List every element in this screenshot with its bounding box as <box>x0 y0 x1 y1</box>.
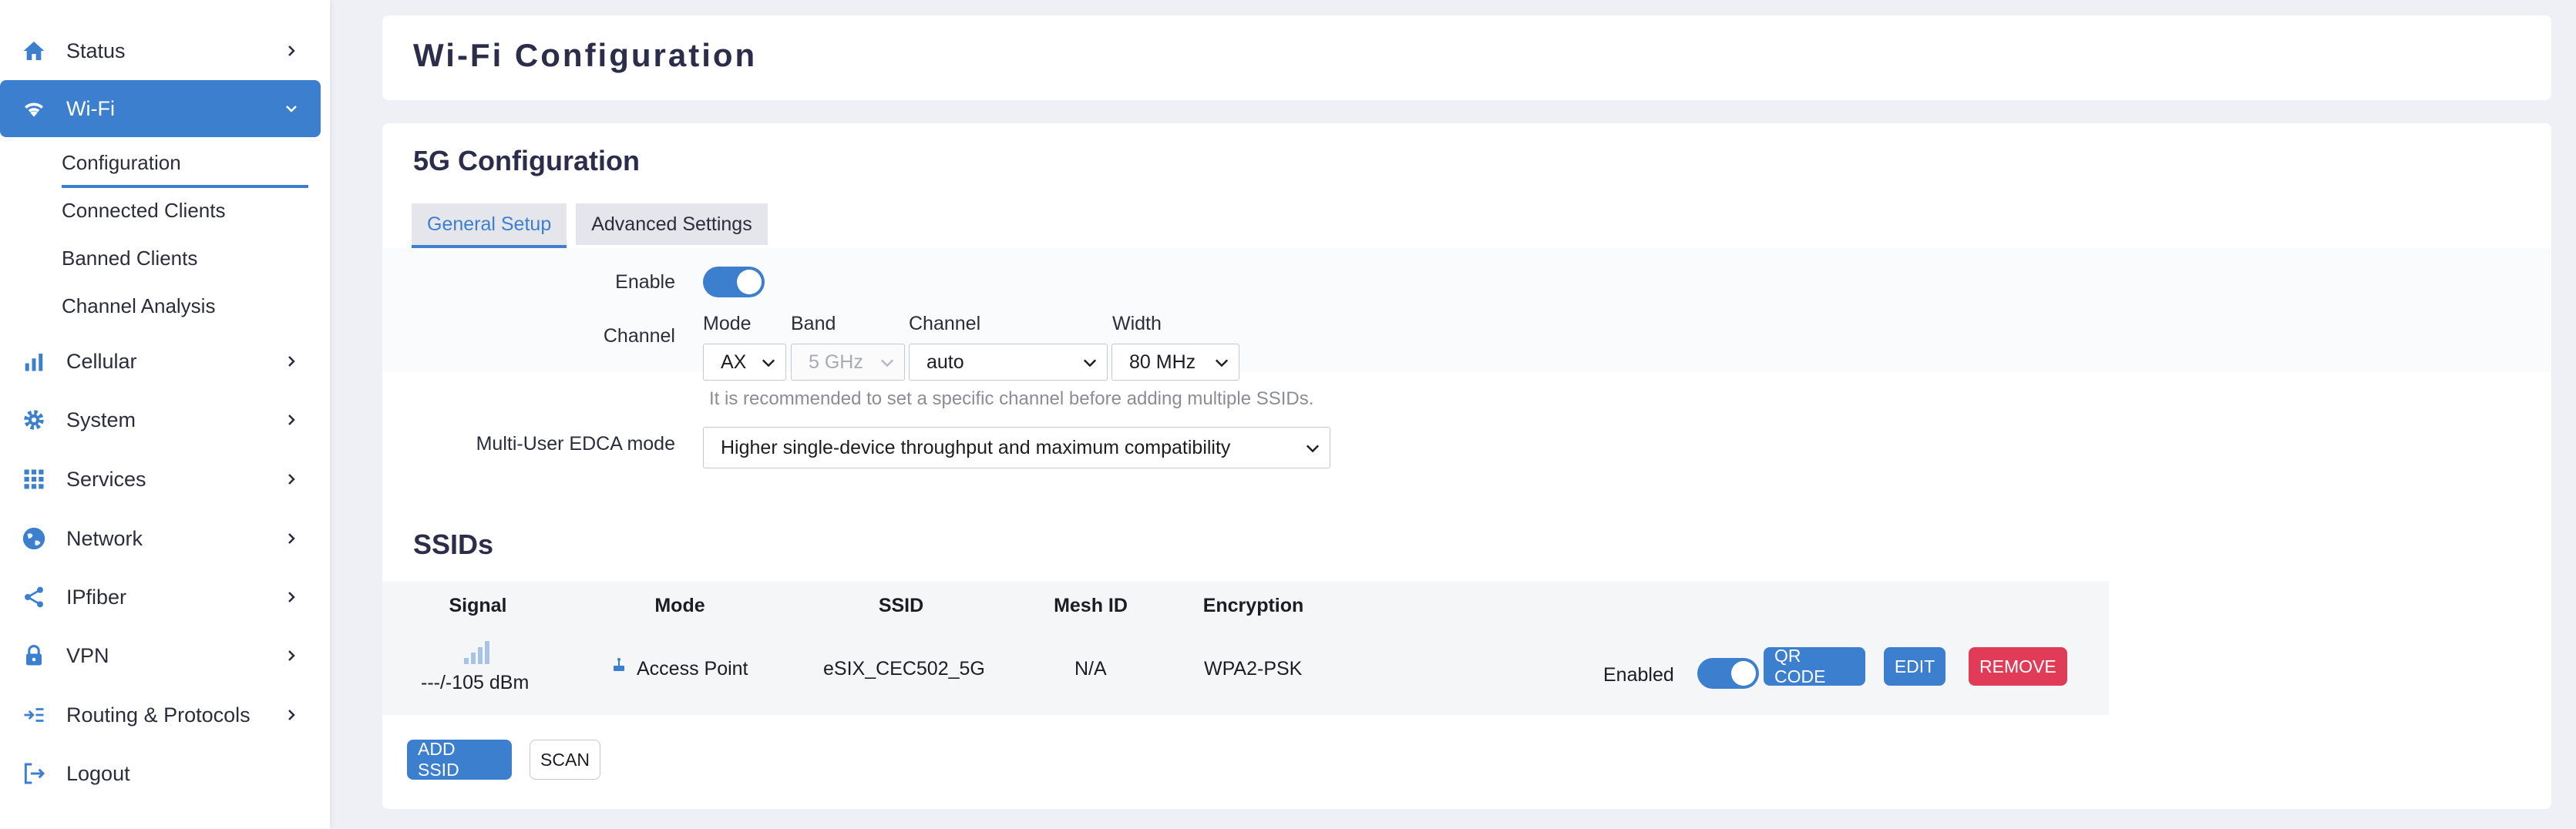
chevron-right-icon <box>282 411 301 429</box>
sidebar-item-label: Cellular <box>66 349 137 373</box>
page-title: Wi-Fi Configuration <box>413 37 758 73</box>
encryption-value: WPA2-PSK <box>1204 658 1303 680</box>
mode-value: Access Point <box>637 658 748 680</box>
sidebar-item-ipfiber[interactable]: IPfiber <box>0 569 321 626</box>
sidebar-item-label: VPN <box>66 643 109 667</box>
add-ssid-button[interactable]: ADD SSID <box>407 739 512 780</box>
band-select: 5 GHz <box>791 344 905 381</box>
tab-advanced-settings[interactable]: Advanced Settings <box>576 203 768 245</box>
config-panel: 5G Configuration General Setup Advanced … <box>382 123 2551 809</box>
access-point-icon <box>610 656 627 677</box>
chevron-right-icon <box>282 588 301 606</box>
enable-label: Enable <box>615 271 675 293</box>
sidebar-subitem-connected-clients[interactable]: Connected Clients <box>62 199 225 223</box>
chevron-down-icon <box>282 99 301 118</box>
sidebar-item-status[interactable]: Status <box>0 22 321 79</box>
chevron-down-icon <box>1303 439 1322 458</box>
channel-label: Channel <box>603 325 675 347</box>
edit-button[interactable]: EDIT <box>1884 647 1945 686</box>
chevron-right-icon <box>282 706 301 724</box>
sidebar-item-label: Logout <box>66 761 130 785</box>
width-select-value: 80 MHz <box>1129 351 1196 373</box>
section-title-ssids: SSIDs <box>413 529 494 560</box>
channel-select-value: auto <box>926 351 964 373</box>
sidebar: Status Wi-Fi Configuration Connected Cli… <box>0 0 330 829</box>
column-header-ssid: SSID <box>878 595 924 616</box>
sidebar-item-routing[interactable]: Routing & Protocols <box>0 686 321 743</box>
tab-general-setup[interactable]: General Setup <box>412 203 567 248</box>
ssid-value: eSIX_CEC502_5G <box>823 658 985 680</box>
channel-select[interactable]: auto <box>909 344 1108 381</box>
mesh-id-value: N/A <box>1074 658 1107 680</box>
column-header-mode: Mode <box>654 595 705 616</box>
chevron-right-icon <box>282 646 301 665</box>
globe-icon <box>20 525 48 552</box>
section-title-5g: 5G Configuration <box>413 145 640 176</box>
chevron-down-icon <box>759 354 778 372</box>
mode-select-value: AX <box>721 351 747 373</box>
chevron-right-icon <box>282 352 301 371</box>
sidebar-item-system[interactable]: System <box>0 391 321 448</box>
edca-select[interactable]: Higher single-device throughput and maxi… <box>703 427 1330 468</box>
sidebar-item-wifi[interactable]: Wi-Fi <box>0 80 321 137</box>
chevron-down-icon <box>1081 354 1099 372</box>
ssid-status-label: Enabled <box>1603 664 1674 686</box>
chevron-right-icon <box>282 470 301 488</box>
edca-select-value: Higher single-device throughput and maxi… <box>721 436 1231 458</box>
sidebar-subitem-configuration[interactable]: Configuration <box>62 151 308 188</box>
scan-button[interactable]: SCAN <box>530 740 600 780</box>
signal-value: ---/-105 dBm <box>421 672 530 693</box>
share-icon <box>20 583 48 611</box>
sidebar-item-label: Network <box>66 526 143 550</box>
sidebar-item-logout[interactable]: Logout <box>0 745 321 802</box>
qr-code-button[interactable]: QR CODE <box>1764 646 1865 686</box>
remove-button[interactable]: REMOVE <box>1969 647 2067 686</box>
logout-icon <box>20 760 48 787</box>
signal-bars-icon <box>20 347 48 375</box>
sidebar-item-label: IPfiber <box>66 585 127 609</box>
chevron-down-icon <box>1212 354 1231 372</box>
band-select-value: 5 GHz <box>809 351 863 373</box>
sidebar-subitem-channel-analysis[interactable]: Channel Analysis <box>62 294 215 318</box>
sidebar-item-label: Wi-Fi <box>66 96 115 120</box>
sidebar-item-label: Services <box>66 467 146 491</box>
tab-bar: General Setup Advanced Settings <box>412 203 768 248</box>
ssid-enable-toggle[interactable] <box>1697 658 1759 689</box>
sidebar-item-label: System <box>66 408 136 431</box>
chevron-down-icon <box>878 354 896 372</box>
chevron-right-icon <box>282 529 301 548</box>
sidebar-item-services[interactable]: Services <box>0 451 321 508</box>
column-header-encryption: Encryption <box>1202 595 1304 616</box>
mode-label: Mode <box>703 313 752 334</box>
ssid-table: Signal Mode SSID Mesh ID Encryption ---/… <box>382 581 2109 715</box>
mode-select[interactable]: AX <box>703 344 786 381</box>
width-label: Width <box>1112 313 1162 334</box>
channel-hint: It is recommended to set a specific chan… <box>709 388 1314 409</box>
page-header: Wi-Fi Configuration <box>382 15 2551 100</box>
sidebar-item-network[interactable]: Network <box>0 510 321 567</box>
edca-label: Multi-User EDCA mode <box>476 433 675 455</box>
sidebar-item-label: Routing & Protocols <box>66 703 251 727</box>
channel-sub-label: Channel <box>909 313 981 334</box>
gear-icon <box>20 406 48 434</box>
column-header-signal: Signal <box>449 595 507 616</box>
band-label: Band <box>791 313 836 334</box>
signal-strength-icon <box>462 635 495 670</box>
chevron-right-icon <box>282 42 301 60</box>
grid-icon <box>20 465 48 493</box>
sidebar-item-cellular[interactable]: Cellular <box>0 333 321 390</box>
routing-icon <box>20 701 48 729</box>
column-header-mesh-id: Mesh ID <box>1054 595 1128 616</box>
sidebar-subitem-banned-clients[interactable]: Banned Clients <box>62 247 197 270</box>
width-select[interactable]: 80 MHz <box>1111 344 1239 381</box>
sidebar-item-vpn[interactable]: VPN <box>0 627 321 684</box>
home-icon <box>20 37 48 65</box>
enable-toggle[interactable] <box>703 267 765 297</box>
wifi-icon <box>20 95 48 123</box>
lock-icon <box>20 642 48 670</box>
sidebar-item-label: Status <box>66 39 126 62</box>
